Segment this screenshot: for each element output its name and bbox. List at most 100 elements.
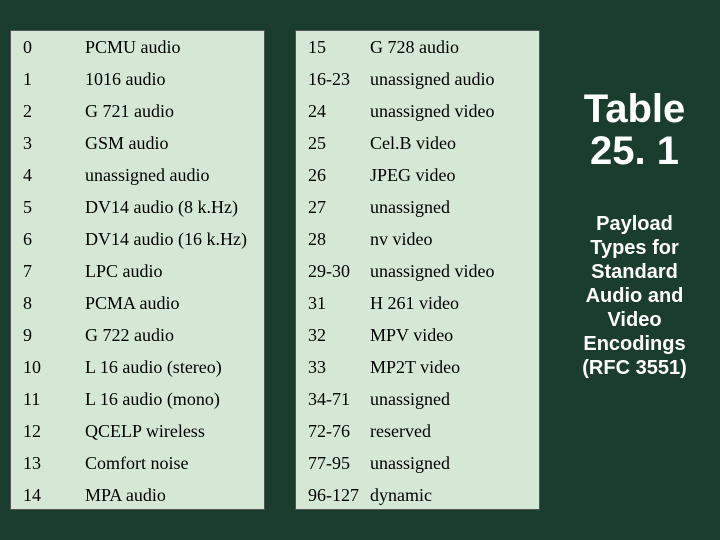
table-row: 2G 721 audio	[15, 101, 260, 133]
payload-number: 0	[23, 37, 85, 58]
table-row: 27unassigned	[300, 197, 535, 229]
payload-number: 4	[23, 165, 85, 186]
table-row: 15G 728 audio	[300, 37, 535, 69]
payload-number: 31	[308, 293, 370, 314]
payload-number: 3	[23, 133, 85, 154]
payload-desc: unassigned	[370, 453, 535, 474]
payload-desc: G 722 audio	[85, 325, 260, 346]
payload-number: 33	[308, 357, 370, 378]
payload-number: 11	[23, 389, 85, 410]
table-row: 0PCMU audio	[15, 37, 260, 69]
table-row: 10L 16 audio (stereo)	[15, 357, 260, 389]
table-row: 77-95unassigned	[300, 453, 535, 485]
table-row: 25Cel.B video	[300, 133, 535, 165]
table-row: 96-127dynamic	[300, 485, 535, 517]
payload-desc: DV14 audio (8 k.Hz)	[85, 197, 260, 218]
payload-desc: L 16 audio (mono)	[85, 389, 260, 410]
payload-desc: unassigned audio	[85, 165, 260, 186]
payload-number: 7	[23, 261, 85, 282]
payload-desc: MPA audio	[85, 485, 260, 506]
payload-desc: G 728 audio	[370, 37, 535, 58]
payload-desc: G 721 audio	[85, 101, 260, 122]
table-row: 33MP2T video	[300, 357, 535, 389]
payload-desc: GSM audio	[85, 133, 260, 154]
payload-number: 25	[308, 133, 370, 154]
table-row: 9G 722 audio	[15, 325, 260, 357]
table-row: 24unassigned video	[300, 101, 535, 133]
subtitle-line: Video	[607, 309, 661, 331]
payload-desc: MP2T video	[370, 357, 535, 378]
table-row: 11L 16 audio (mono)	[15, 389, 260, 421]
payload-desc: reserved	[370, 421, 535, 442]
table-row: 16-23unassigned audio	[300, 69, 535, 101]
table-row: 32MPV video	[300, 325, 535, 357]
subtitle-line: Types for	[590, 237, 679, 259]
payload-desc: 1016 audio	[85, 69, 260, 90]
payload-number: 28	[308, 229, 370, 250]
subtitle-line: Encodings	[583, 333, 685, 355]
payload-number: 14	[23, 485, 85, 506]
table-row: 8PCMA audio	[15, 293, 260, 325]
table-row: 34-71unassigned	[300, 389, 535, 421]
payload-number: 24	[308, 101, 370, 122]
table-row: 14MPA audio	[15, 485, 260, 517]
payload-number: 6	[23, 229, 85, 250]
title-line: Table	[584, 87, 686, 131]
subtitle-line: Audio and	[586, 285, 684, 307]
subtitle-line: (RFC 3551)	[582, 357, 686, 379]
title-block: Table 25. 1 Payload Types for Standard A…	[557, 88, 712, 380]
table-row: 12QCELP wireless	[15, 421, 260, 453]
table-row: 5DV14 audio (8 k.Hz)	[15, 197, 260, 229]
payload-desc: nv video	[370, 229, 535, 250]
payload-number: 2	[23, 101, 85, 122]
payload-number: 9	[23, 325, 85, 346]
left-table-panel: 0PCMU audio 11016 audio 2G 721 audio 3GS…	[10, 30, 265, 510]
payload-desc: MPV video	[370, 325, 535, 346]
table-row: 7LPC audio	[15, 261, 260, 293]
subtitle-line: Payload	[596, 213, 673, 235]
payload-desc: H 261 video	[370, 293, 535, 314]
right-table-panel: 15G 728 audio 16-23unassigned audio 24un…	[295, 30, 540, 510]
payload-number: 29-30	[308, 261, 370, 282]
payload-desc: DV14 audio (16 k.Hz)	[85, 229, 260, 250]
payload-desc: unassigned video	[370, 261, 535, 282]
payload-desc: unassigned	[370, 197, 535, 218]
payload-desc: PCMU audio	[85, 37, 260, 58]
payload-number: 10	[23, 357, 85, 378]
table-subtitle: Payload Types for Standard Audio and Vid…	[557, 212, 712, 380]
table-row: 3GSM audio	[15, 133, 260, 165]
table-row: 72-76reserved	[300, 421, 535, 453]
payload-desc: Comfort noise	[85, 453, 260, 474]
title-line: 25. 1	[590, 129, 679, 173]
payload-number: 26	[308, 165, 370, 186]
payload-desc: unassigned	[370, 389, 535, 410]
table-row: 11016 audio	[15, 69, 260, 101]
payload-number: 15	[308, 37, 370, 58]
payload-number: 1	[23, 69, 85, 90]
payload-desc: Cel.B video	[370, 133, 535, 154]
payload-number: 5	[23, 197, 85, 218]
table-row: 29-30unassigned video	[300, 261, 535, 293]
payload-number: 96-127	[308, 485, 370, 506]
payload-number: 34-71	[308, 389, 370, 410]
table-row: 6DV14 audio (16 k.Hz)	[15, 229, 260, 261]
table-row: 4unassigned audio	[15, 165, 260, 197]
payload-number: 27	[308, 197, 370, 218]
payload-desc: unassigned audio	[370, 69, 535, 90]
payload-desc: unassigned video	[370, 101, 535, 122]
table-row: 26JPEG video	[300, 165, 535, 197]
payload-number: 16-23	[308, 69, 370, 90]
table-row: 28nv video	[300, 229, 535, 261]
payload-number: 32	[308, 325, 370, 346]
payload-desc: PCMA audio	[85, 293, 260, 314]
payload-desc: JPEG video	[370, 165, 535, 186]
payload-desc: dynamic	[370, 485, 535, 506]
payload-number: 77-95	[308, 453, 370, 474]
subtitle-line: Standard	[591, 261, 678, 283]
table-title: Table 25. 1	[557, 88, 712, 172]
payload-number: 72-76	[308, 421, 370, 442]
payload-number: 8	[23, 293, 85, 314]
payload-number: 12	[23, 421, 85, 442]
payload-number: 13	[23, 453, 85, 474]
payload-desc: LPC audio	[85, 261, 260, 282]
